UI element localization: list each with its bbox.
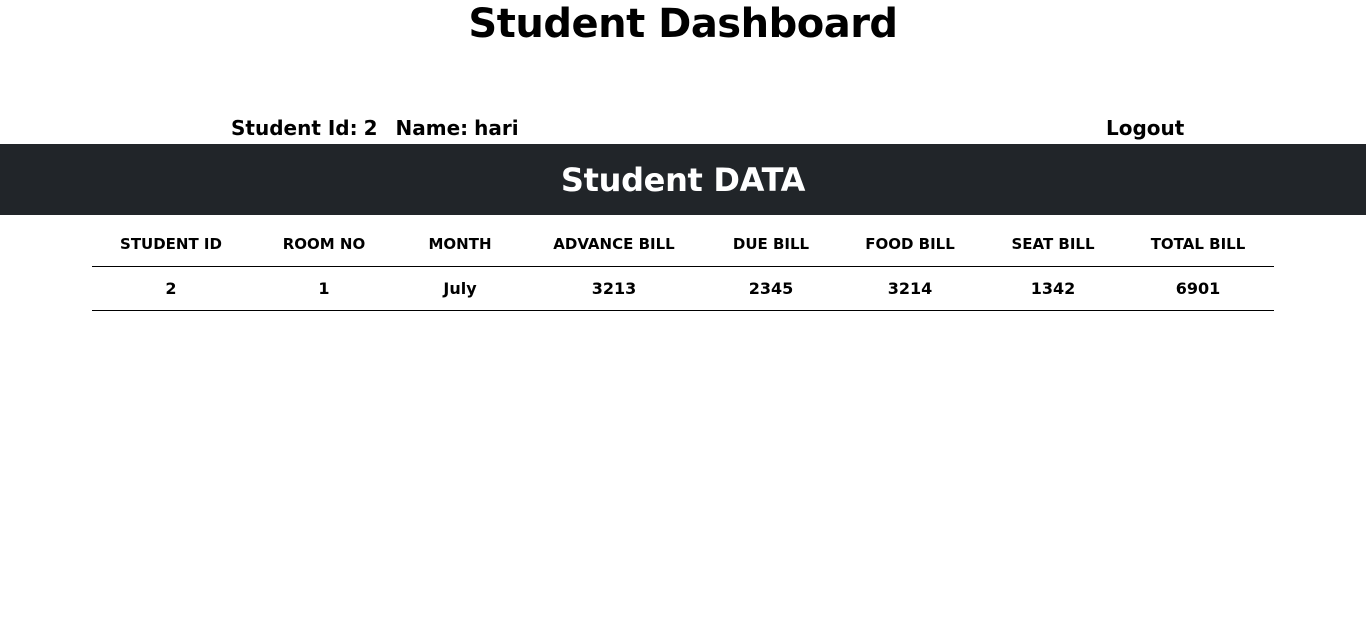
table-header-row: STUDENT ID ROOM NO MONTH ADVANCE BILL DU… [92,222,1274,267]
cell-seat-bill: 1342 [984,266,1122,311]
student-data-table: STUDENT ID ROOM NO MONTH ADVANCE BILL DU… [92,222,1274,311]
info-bar: Student Id: 2 Name: hari Logout [0,114,1366,142]
table-row: 2 1 July 3213 2345 3214 1342 6901 [92,266,1274,311]
column-header-seat-bill: SEAT BILL [984,222,1122,267]
data-banner: Student DATA [0,144,1366,215]
column-header-month: MONTH [398,222,522,267]
cell-total-bill: 6901 [1122,266,1274,311]
column-header-student-id: STUDENT ID [92,222,250,267]
banner-title: Student DATA [560,160,806,199]
student-name-label: Name: [395,116,469,140]
student-info: Student Id: 2 Name: hari [231,114,519,142]
student-name-value: hari [474,116,519,140]
student-dashboard-page: Student Dashboard Student Id: 2 Name: ha… [0,0,1366,641]
student-id-value: 2 [363,116,378,140]
logout-link[interactable]: Logout [1106,114,1184,142]
cell-room-no: 1 [250,266,398,311]
page-title: Student Dashboard [468,1,898,47]
column-header-total-bill: TOTAL BILL [1122,222,1274,267]
cell-advance-bill: 3213 [522,266,706,311]
column-header-food-bill: FOOD BILL [836,222,984,267]
column-header-room-no: ROOM NO [250,222,398,267]
student-name-info: Name: hari [396,114,519,142]
student-id-info: Student Id: 2 [231,114,378,142]
column-header-due-bill: DUE BILL [706,222,836,267]
student-id-label: Student Id: [231,116,358,140]
column-header-advance-bill: ADVANCE BILL [522,222,706,267]
cell-food-bill: 3214 [836,266,984,311]
cell-due-bill: 2345 [706,266,836,311]
cell-student-id: 2 [92,266,250,311]
cell-month: July [398,266,522,311]
